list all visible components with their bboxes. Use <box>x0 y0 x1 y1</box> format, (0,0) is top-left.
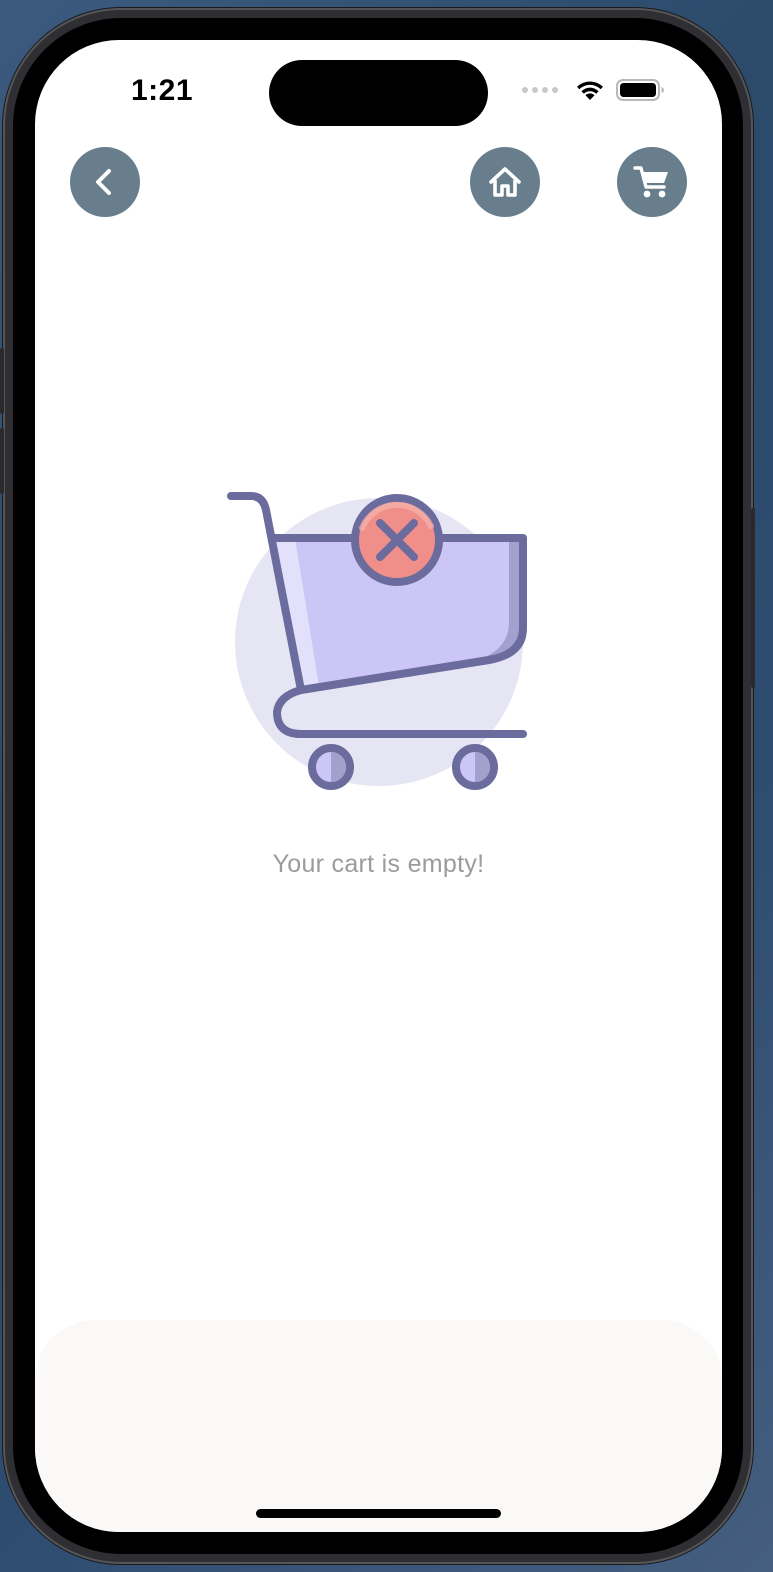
battery-icon <box>616 79 664 101</box>
empty-cart-message: Your cart is empty! <box>272 850 485 878</box>
remove-x-icon <box>351 494 443 586</box>
cellular-signal-icon <box>522 87 558 93</box>
dynamic-island <box>269 60 488 126</box>
empty-cart-illustration <box>227 492 527 790</box>
back-button[interactable] <box>70 147 140 217</box>
chevron-left-icon <box>96 169 111 195</box>
volume-down-button <box>0 428 4 494</box>
home-button[interactable] <box>470 147 540 217</box>
cart-button[interactable] <box>617 147 687 217</box>
volume-up-button <box>0 348 4 414</box>
home-indicator[interactable] <box>256 1509 501 1518</box>
home-icon <box>489 167 521 197</box>
shopping-cart-icon <box>633 166 668 198</box>
bottom-panel <box>35 1320 722 1532</box>
wifi-icon <box>577 81 603 100</box>
status-indicators <box>522 78 666 102</box>
status-time: 1:21 <box>131 74 194 107</box>
power-button <box>751 508 755 688</box>
app-screen: 1:21 Your cart is empty! <box>35 40 722 1532</box>
